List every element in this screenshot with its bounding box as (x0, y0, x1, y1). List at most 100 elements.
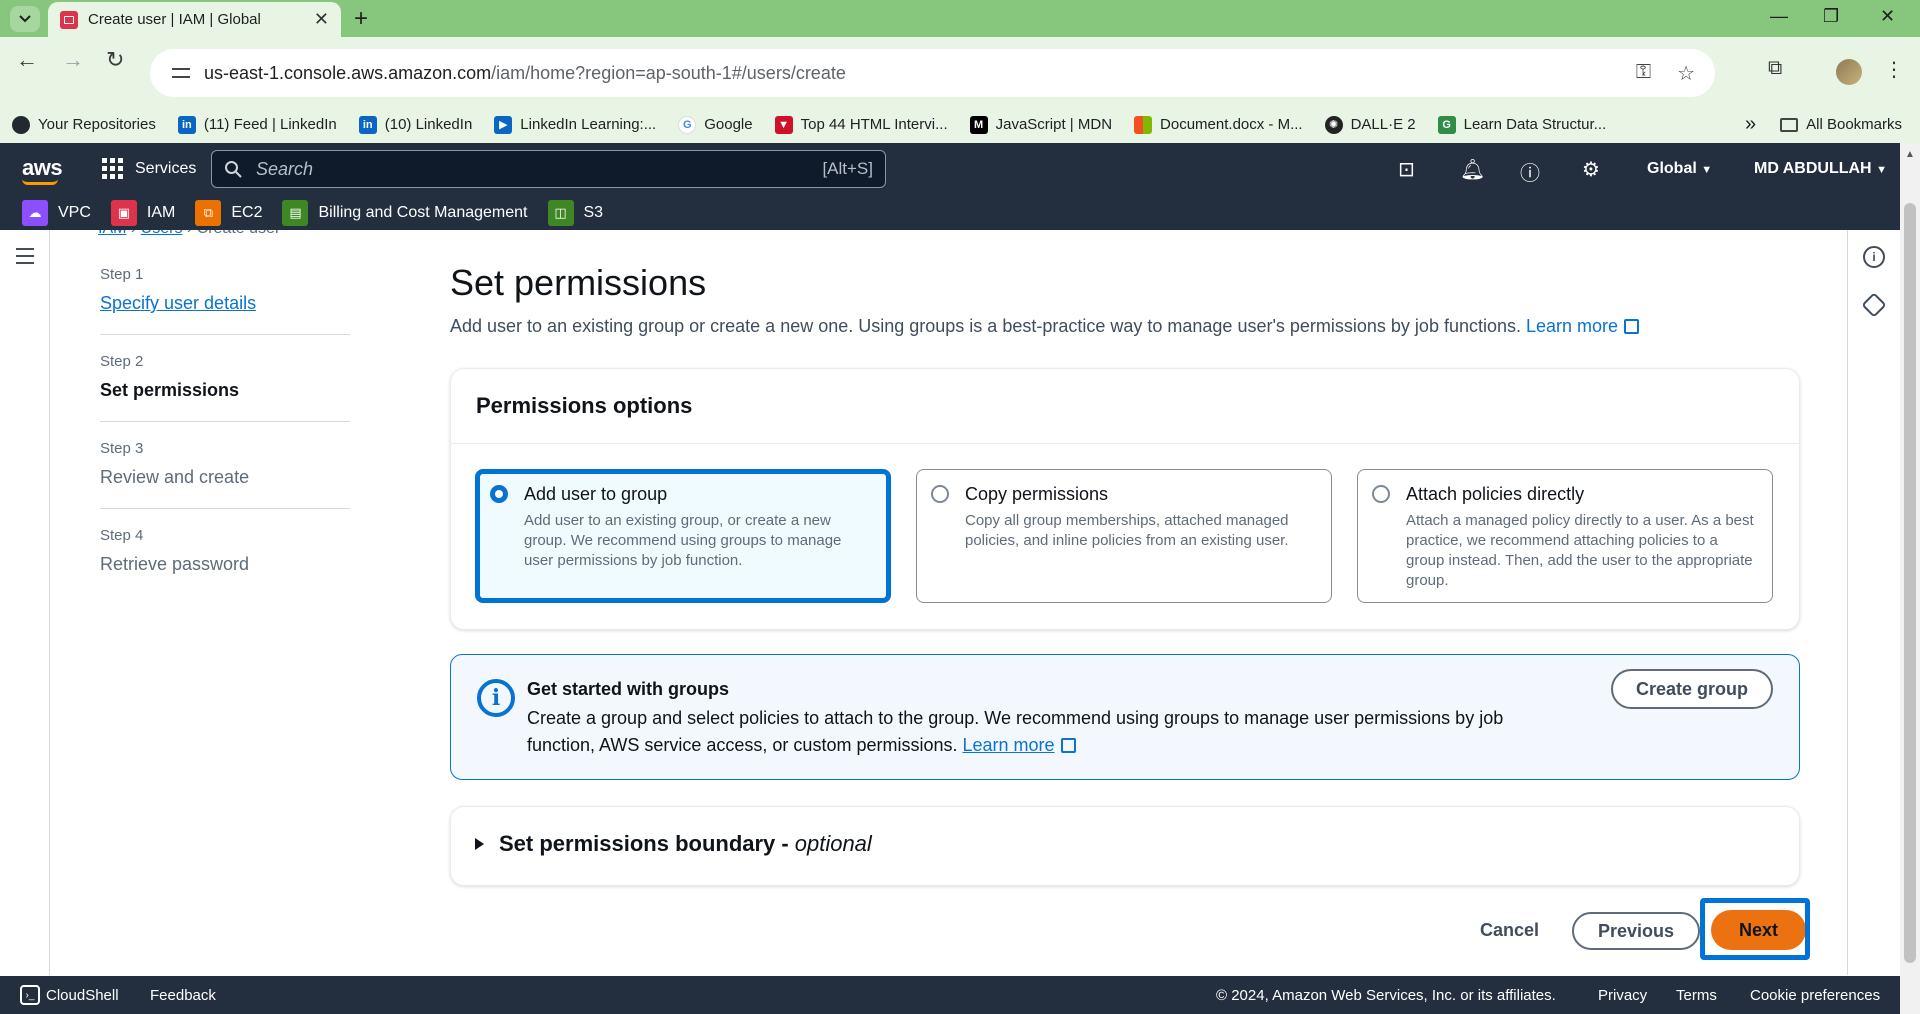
cancel-button[interactable]: Cancel (1480, 920, 1539, 941)
info-icon[interactable]: i (1863, 246, 1885, 268)
search-input[interactable]: Search [Alt+S] (211, 150, 886, 188)
learn-more-link[interactable]: Learn more (1526, 316, 1640, 336)
page-description: Add user to an existing group or create … (450, 316, 1800, 337)
wizard-step-3: Step 3 Review and create (100, 440, 350, 509)
account-menu[interactable]: MD ABDULLAH ▼ (1754, 160, 1887, 178)
settings-gear-icon[interactable]: ⚙ (1582, 157, 1600, 182)
bookmark-item[interactable]: in (10) LinkedIn (358, 115, 472, 134)
cloudshell-icon[interactable]: ⊡ (1398, 157, 1415, 182)
bookmark-item[interactable]: ▼ Top 44 HTML Intervi... (774, 115, 948, 134)
all-bookmarks-button[interactable]: All Bookmarks (1780, 116, 1902, 133)
radio-selected[interactable] (490, 485, 508, 503)
close-window-icon[interactable]: ✕ (1880, 6, 1895, 27)
bookmark-item[interactable]: G Learn Data Structur... (1437, 115, 1606, 134)
boundary-optional-label: optional (794, 831, 872, 856)
feedback-link[interactable]: Feedback (150, 987, 216, 1004)
favorite-vpc[interactable]: ☁ VPC (22, 199, 91, 226)
option-description: Add user to an existing group, or create… (524, 512, 842, 569)
bookmarks-bar: Your Repositories in (11) Feed | LinkedIn… (0, 106, 1920, 143)
step-label-retrieve-password: Retrieve password (100, 554, 250, 574)
close-tab-icon[interactable]: ✕ (314, 9, 329, 30)
option-attach-policies-directly[interactable]: Attach policies directly Attach a manage… (1357, 469, 1773, 603)
alert-title: Get started with groups (527, 679, 730, 699)
console-footer: ›_ CloudShell Feedback © 2024, Amazon We… (0, 976, 1900, 1014)
option-title: Copy permissions (965, 484, 1109, 504)
chevron-down-icon (19, 15, 31, 23)
radio-unselected[interactable] (931, 485, 949, 503)
option-description: Attach a managed policy directly to a us… (1406, 512, 1754, 589)
address-bar[interactable]: us-east-1.console.aws.amazon.com/iam/hom… (150, 49, 1715, 97)
new-tab-icon[interactable]: + (354, 5, 368, 33)
bookmark-item[interactable]: Your Repositories (12, 115, 156, 134)
external-link-icon (1624, 319, 1640, 334)
favorite-iam[interactable]: ▣ IAM (110, 199, 175, 226)
region-selector[interactable]: Global ▼ (1647, 160, 1712, 178)
step-link-specify-user-details[interactable]: Specify user details (100, 293, 350, 314)
bookmark-star-icon[interactable]: ☆ (1677, 61, 1695, 86)
left-navigation-rail (0, 230, 50, 975)
previous-button[interactable]: Previous (1572, 912, 1700, 950)
boundary-title: Set permissions boundary - (499, 831, 789, 856)
permissions-boundary-toggle[interactable]: Set permissions boundary - optional (475, 831, 872, 857)
bookmark-item[interactable]: in (11) Feed | LinkedIn (177, 115, 337, 134)
scroll-up-icon[interactable]: ▲ (1905, 149, 1915, 160)
favorite-billing[interactable]: ▤ Billing and Cost Management (282, 199, 528, 226)
info-circle-icon: i (477, 679, 515, 717)
password-key-icon[interactable]: ⚿ (1636, 61, 1651, 86)
caret-down-icon: ▼ (1701, 164, 1713, 176)
feedback-hexagon-icon[interactable] (1861, 292, 1887, 318)
bookmark-item[interactable]: ▶ LinkedIn Learning:... (494, 115, 656, 134)
create-group-button[interactable]: Create group (1611, 669, 1773, 709)
profile-avatar[interactable] (1836, 59, 1862, 85)
extensions-icon[interactable]: ⧉ (1768, 57, 1782, 80)
bookmark-item[interactable]: ✺ DALL·E 2 (1324, 115, 1416, 134)
tab-search-button[interactable] (10, 6, 40, 32)
page-scrollbar[interactable]: ▲ (1900, 143, 1920, 1014)
option-add-user-to-group[interactable]: Add user to group Add user to an existin… (475, 469, 891, 603)
aws-logo[interactable]: aws (22, 155, 63, 181)
url-text: us-east-1.console.aws.amazon.com/iam/hom… (204, 62, 846, 83)
bookmark-item[interactable]: M JavaScript | MDN (969, 115, 1112, 134)
site-info-icon[interactable] (170, 62, 192, 84)
external-link-icon (1060, 738, 1076, 753)
scrollbar-thumb[interactable] (1904, 203, 1916, 963)
option-copy-permissions[interactable]: Copy permissions Copy all group membersh… (916, 469, 1332, 603)
restore-icon[interactable]: ❐ (1823, 6, 1839, 27)
option-title: Attach policies directly (1406, 484, 1585, 504)
vpc-icon: ☁ (22, 199, 48, 226)
favorites-bar: ☁ VPC ▣ IAM ⧉ EC2 ▤ Billing and Cost Managem… (0, 195, 1900, 230)
favorite-ec2[interactable]: ⧉ EC2 (195, 199, 262, 226)
minimize-icon[interactable]: — (1770, 6, 1788, 27)
cookie-preferences-link[interactable]: Cookie preferences (1750, 987, 1880, 1004)
bookmark-item[interactable]: G Google (678, 115, 753, 134)
forward-icon[interactable]: → (62, 47, 84, 73)
more-bookmarks-icon[interactable]: » (1745, 113, 1756, 136)
browser-tab-active[interactable]: Create user | IAM | Global ✕ (48, 2, 341, 37)
back-icon[interactable]: ← (16, 47, 38, 73)
menu-hamburger-icon[interactable] (16, 248, 34, 269)
caret-down-icon: ▼ (1876, 164, 1887, 176)
favorite-label: Billing and Cost Management (318, 203, 528, 221)
services-label: Services (135, 159, 197, 177)
favorite-label: S3 (583, 203, 604, 221)
browser-menu-icon[interactable]: ⋮ (1884, 57, 1904, 82)
help-icon[interactable]: ⓘ (1520, 157, 1540, 186)
services-menu-button[interactable]: Services (102, 158, 196, 179)
bookmark-item[interactable]: Document.docx - M... (1134, 115, 1303, 134)
favorite-s3[interactable]: ◫ S3 (547, 199, 604, 226)
wizard-steps: Step 1 Specify user details Step 2 Set p… (100, 266, 350, 613)
linkedin-icon: in (177, 115, 196, 134)
alert-learn-more-link[interactable]: Learn more (963, 735, 1076, 755)
aws-top-nav: aws Services Search [Alt+S] ⊡ 🔔︎ ⓘ ⚙ Glo… (0, 143, 1900, 195)
reload-icon[interactable]: ↻ (106, 47, 124, 73)
linkedin-learning-icon: ▶ (494, 115, 513, 134)
privacy-link[interactable]: Privacy (1598, 987, 1647, 1004)
terms-link[interactable]: Terms (1676, 987, 1717, 1004)
github-icon (12, 115, 30, 134)
cloudshell-button[interactable]: CloudShell (46, 987, 119, 1004)
permissions-boundary-section: Set permissions boundary - optional (450, 806, 1800, 886)
radio-unselected[interactable] (1372, 485, 1390, 503)
google-icon: G (678, 115, 697, 134)
permissions-option-tiles: Add user to group Add user to an existin… (475, 469, 1773, 603)
notifications-bell-icon[interactable]: 🔔︎ (1460, 157, 1485, 182)
